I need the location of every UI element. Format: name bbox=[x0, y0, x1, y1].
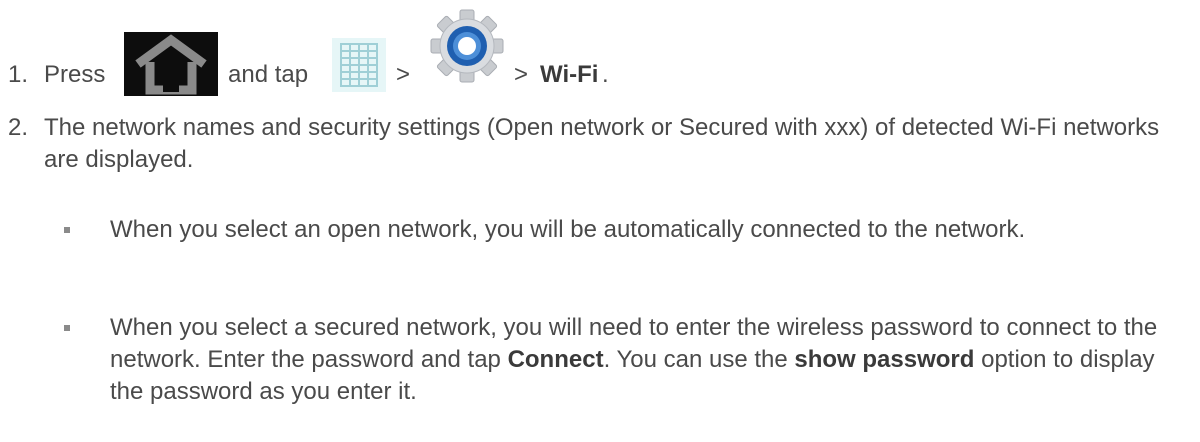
press-text: Press bbox=[44, 61, 106, 88]
step-1: 1. Press and tap > > Wi-Fi . bbox=[8, 8, 1188, 96]
list-item-text: When you select a secured network, you w… bbox=[110, 312, 1190, 408]
and-tap-text: and tap bbox=[228, 61, 309, 88]
settings-gear-icon bbox=[428, 8, 506, 86]
connect-label: Connect bbox=[507, 346, 604, 373]
step-number: 1. bbox=[8, 61, 29, 88]
separator-2: > bbox=[514, 61, 529, 88]
text-segment: . You can use the bbox=[603, 346, 795, 373]
apps-grid-icon bbox=[332, 38, 386, 92]
step-2-text: The network names and security settings … bbox=[44, 114, 1160, 173]
step1-period: . bbox=[602, 61, 609, 88]
list-item-text: When you select an open network, you wil… bbox=[110, 216, 1026, 243]
home-icon bbox=[124, 32, 218, 96]
separator-1: > bbox=[396, 61, 411, 88]
show-password-label: show password bbox=[794, 346, 975, 373]
instruction-document: 1. Press and tap > > Wi-Fi . 2. The netw… bbox=[0, 0, 1200, 442]
bullet-icon bbox=[64, 227, 70, 233]
bullet-icon bbox=[64, 325, 70, 331]
wifi-label: Wi-Fi bbox=[540, 61, 599, 88]
step-number: 2. bbox=[8, 114, 29, 141]
